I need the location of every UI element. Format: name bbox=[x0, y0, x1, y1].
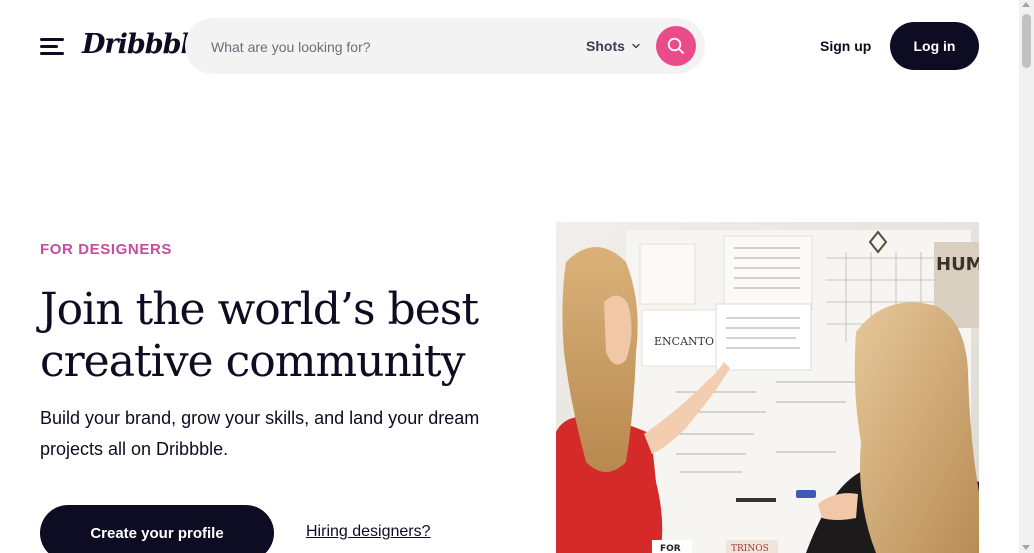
search-type-dropdown[interactable]: Shots bbox=[586, 36, 641, 56]
hamburger-menu-icon[interactable] bbox=[40, 38, 64, 56]
scroll-down-arrow-icon[interactable] bbox=[1022, 545, 1030, 550]
search-icon bbox=[667, 37, 684, 54]
page: Dribbble Shots Sign up Log in FOR DESIGN… bbox=[0, 0, 1034, 553]
sign-up-link[interactable]: Sign up bbox=[820, 36, 871, 56]
site-header: Dribbble Shots Sign up Log in bbox=[0, 0, 1019, 92]
create-profile-button[interactable]: Create your profile bbox=[40, 505, 274, 553]
scrollbar-thumb[interactable] bbox=[1022, 14, 1031, 68]
bottom-left-lettering: FOR bbox=[660, 544, 681, 553]
scroll-up-arrow-icon[interactable] bbox=[1022, 2, 1030, 7]
hero-photo: HUMA OVE ENCANTO bbox=[556, 222, 979, 553]
poster-lettering: HUMA OVE bbox=[936, 254, 979, 275]
chevron-down-icon bbox=[632, 43, 640, 49]
card-lettering: ENCANTO bbox=[654, 335, 714, 348]
search-input[interactable] bbox=[209, 34, 553, 60]
hero-headline: Join the world’s best creative community bbox=[40, 284, 479, 387]
vertical-scrollbar[interactable] bbox=[1019, 0, 1034, 553]
log-in-button[interactable]: Log in bbox=[890, 22, 979, 70]
hiring-designers-link[interactable]: Hiring designers? bbox=[306, 522, 431, 542]
hero-eyebrow: FOR DESIGNERS bbox=[40, 241, 172, 258]
search-type-label: Shots bbox=[586, 38, 625, 54]
hero-subtitle: Build your brand, grow your skills, and … bbox=[40, 408, 480, 459]
designers-at-whiteboard-illustration: HUMA OVE ENCANTO bbox=[556, 222, 979, 553]
bottom-mid-lettering: TRINOS bbox=[731, 544, 769, 553]
search-button[interactable] bbox=[656, 26, 696, 66]
search-bar: Shots bbox=[185, 18, 705, 74]
